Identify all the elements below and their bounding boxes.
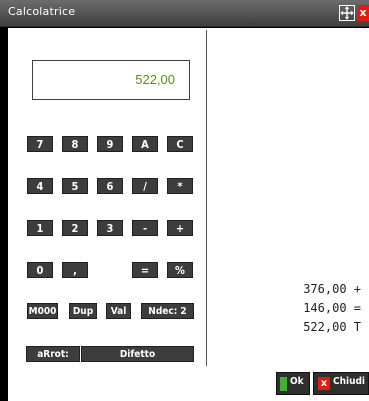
panel-divider <box>206 30 207 366</box>
key-clear[interactable]: C <box>167 136 193 152</box>
key-percent[interactable]: % <box>167 262 193 278</box>
key-0[interactable]: 0 <box>27 262 53 278</box>
ok-button-label: Ok <box>290 376 304 387</box>
key-4[interactable]: 4 <box>27 178 53 194</box>
key-9[interactable]: 9 <box>97 136 123 152</box>
tape-line: 146,00 = <box>303 301 361 315</box>
val-button[interactable]: Val <box>106 303 131 319</box>
calculator-display: 522,00 <box>32 60 190 100</box>
key-7[interactable]: 7 <box>27 136 53 152</box>
dup-button[interactable]: Dup <box>69 303 97 319</box>
tape-line: 376,00 + <box>303 282 361 296</box>
key-8[interactable]: 8 <box>62 136 88 152</box>
calculator-window-body: 522,00 7 8 9 A C 4 5 6 / * 1 2 3 - + 0 ,… <box>8 28 369 401</box>
maximize-icon[interactable] <box>339 5 355 21</box>
key-minus[interactable]: - <box>132 220 158 236</box>
ok-icon <box>280 377 287 391</box>
close-icon: x <box>318 377 330 390</box>
rounding-label: aRrot: <box>26 346 80 362</box>
key-2[interactable]: 2 <box>62 220 88 236</box>
window-title: Calcolatrice <box>8 5 76 18</box>
key-comma[interactable]: , <box>62 262 88 278</box>
key-1[interactable]: 1 <box>27 220 53 236</box>
calculation-tape: 376,00 + 146,00 = 522,00 T <box>303 280 361 337</box>
key-a[interactable]: A <box>132 136 158 152</box>
key-multiply[interactable]: * <box>167 178 193 194</box>
close-button-label: Chiudi <box>333 376 366 387</box>
key-5[interactable]: 5 <box>62 178 88 194</box>
close-button[interactable]: x Chiudi <box>313 372 369 395</box>
key-6[interactable]: 6 <box>97 178 123 194</box>
key-divide[interactable]: / <box>132 178 158 194</box>
ndec-selector[interactable]: Ndec: 2 <box>141 303 194 319</box>
key-plus[interactable]: + <box>167 220 193 236</box>
key-equals[interactable]: = <box>132 262 158 278</box>
tape-line: 522,00 T <box>303 320 361 334</box>
m000-button[interactable]: M000 <box>27 303 58 319</box>
rounding-mode-select[interactable]: Difetto <box>81 346 194 362</box>
title-bar: Calcolatrice x <box>0 0 369 27</box>
close-icon[interactable]: x <box>357 5 369 21</box>
ok-button[interactable]: Ok <box>276 372 310 395</box>
key-3[interactable]: 3 <box>97 220 123 236</box>
